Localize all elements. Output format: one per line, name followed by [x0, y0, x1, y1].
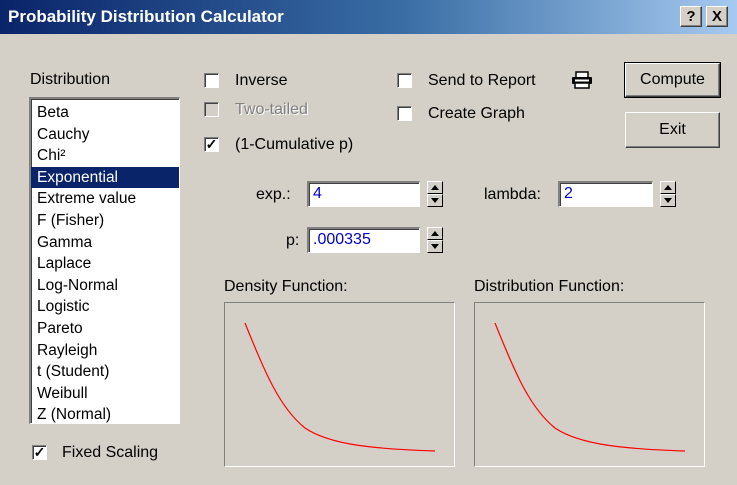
send-to-report-checkbox[interactable]	[397, 73, 412, 88]
distribution-item[interactable]: Exponential	[31, 166, 179, 189]
distribution-function-label: Distribution Function:	[474, 278, 625, 295]
one-minus-cumulative-checkbox[interactable]: ✓	[204, 137, 219, 152]
exp-label: exp.:	[256, 186, 291, 203]
lambda-input[interactable]: 2	[558, 181, 653, 207]
p-label: p:	[286, 232, 300, 249]
distribution-item[interactable]: Extreme value	[31, 188, 179, 210]
distribution-item[interactable]: Laplace	[31, 253, 179, 275]
distribution-item[interactable]: Log-Normal	[31, 275, 179, 297]
p-spin-down-icon[interactable]	[427, 240, 443, 253]
exp-spinner[interactable]	[427, 181, 443, 207]
close-button[interactable]: X	[706, 6, 728, 27]
distribution-curve	[494, 322, 686, 452]
title-bar: Probability Distribution Calculator ? X	[0, 0, 737, 34]
distribution-item[interactable]: Weibull	[31, 383, 179, 405]
window-title: Probability Distribution Calculator	[8, 7, 284, 26]
two-tailed-checkbox	[204, 102, 219, 117]
printer-icon	[571, 71, 593, 93]
create-graph-label: Create Graph	[428, 105, 525, 122]
distribution-item[interactable]: Z (Normal)	[31, 404, 179, 423]
density-curve	[244, 322, 436, 452]
density-curve-svg	[244, 322, 436, 452]
send-to-report-label: Send to Report	[428, 72, 536, 89]
distribution-item[interactable]: Gamma	[31, 232, 179, 254]
lambda-spin-up-icon[interactable]	[660, 181, 676, 194]
compute-button[interactable]: Compute	[624, 62, 721, 98]
distribution-curve-svg	[494, 322, 686, 452]
lambda-spinner[interactable]	[660, 181, 676, 207]
inverse-label: Inverse	[235, 72, 288, 89]
p-spin-up-icon[interactable]	[427, 227, 443, 240]
p-input[interactable]: .000335	[307, 227, 420, 253]
fixed-scaling-label: Fixed Scaling	[62, 444, 159, 461]
fixed-scaling-checkbox[interactable]: ✓	[32, 445, 47, 460]
density-function-label: Density Function:	[224, 278, 348, 295]
one-minus-cumulative-label: (1-Cumulative p)	[235, 136, 354, 153]
inverse-checkbox[interactable]	[204, 73, 219, 88]
lambda-spin-down-icon[interactable]	[660, 194, 676, 207]
exp-spin-up-icon[interactable]	[427, 181, 443, 194]
distribution-item[interactable]: Beta	[31, 102, 179, 124]
distribution-item[interactable]: Chi²	[31, 145, 179, 167]
distribution-item[interactable]: Cauchy	[31, 124, 179, 146]
distribution-item[interactable]: Rayleigh	[31, 340, 179, 362]
distribution-listbox[interactable]: Beta Cauchy Chi² Exponential Extreme value F …	[29, 97, 180, 424]
exp-input[interactable]: 4	[307, 181, 420, 207]
exp-spin-down-icon[interactable]	[427, 194, 443, 207]
distribution-label: Distribution	[30, 71, 111, 88]
exit-button[interactable]: Exit	[625, 112, 720, 148]
create-graph-checkbox[interactable]	[397, 106, 412, 121]
lambda-label: lambda:	[484, 186, 541, 203]
two-tailed-label: Two-tailed	[235, 101, 308, 118]
density-plot	[224, 302, 455, 467]
help-button[interactable]: ?	[680, 6, 702, 27]
p-spinner[interactable]	[427, 227, 443, 253]
distribution-item[interactable]: Logistic	[31, 296, 179, 318]
distribution-plot	[474, 302, 705, 467]
distribution-item[interactable]: t (Student)	[31, 361, 179, 383]
distribution-item[interactable]: F (Fisher)	[31, 210, 179, 232]
distribution-item[interactable]: Pareto	[31, 318, 179, 340]
